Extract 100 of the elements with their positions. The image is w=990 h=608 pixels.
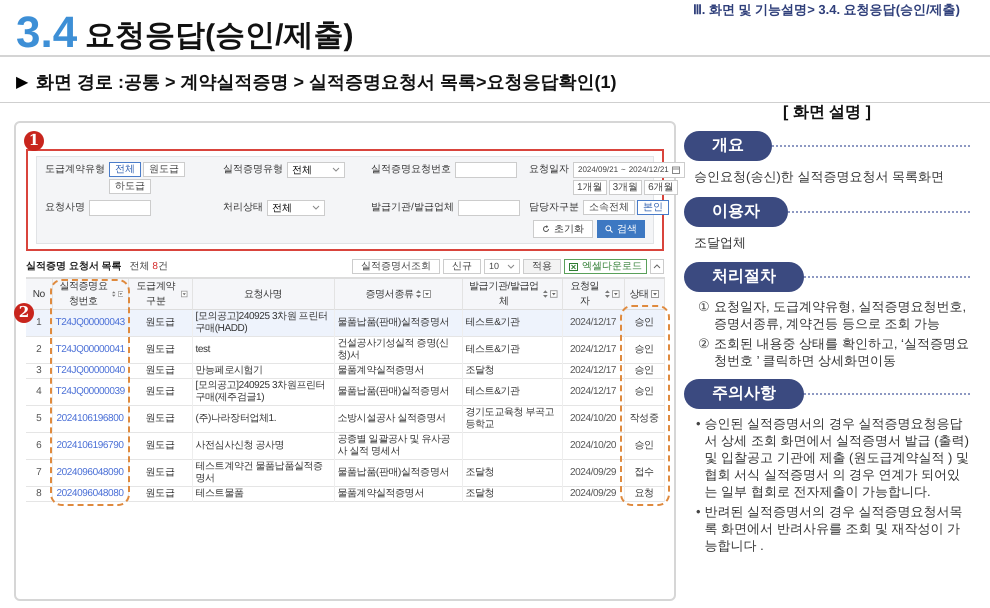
table-cell: [모의공고]240925 3차원 프린터 구매(HADD) <box>196 311 328 334</box>
table-cell: 8 <box>36 488 42 499</box>
sort-icon <box>605 290 610 298</box>
note-text: 승인된 실적증명서의 경우 실적증명요청응답서 상세 조회 화면에서 실적증명서 발급 (출력) 및 입찰공고 기관에 제출 (원도급계약실적 ) 및 협회 서식 실적증명서 의 경우 연계가 되어있는 일부 협회로 전자제출이 가능합니다. <box>704 415 970 500</box>
input-field[interactable] <box>458 200 520 216</box>
table-cell: 3 <box>36 365 42 376</box>
table-cell: 테스트&기관 <box>466 386 520 397</box>
step-number: ① <box>698 298 710 316</box>
table-row[interactable]: 8 2024096048080 원도급 테스트물품 물품계약실적증명서 조달청 2024/09/29 요청 <box>26 486 664 502</box>
request-number-link[interactable]: T24JQ00000041 <box>56 344 125 355</box>
table-row[interactable]: 3 T24JQ00000040 원도급 만능페로시험기 물품계약실적증명서 조달청 2024/12/17 승인 <box>26 364 664 378</box>
request-number-link[interactable]: T24JQ00000039 <box>56 386 125 397</box>
callout-marker: 2 <box>14 302 34 322</box>
table-cell: 물품계약실적증명서 <box>338 488 424 499</box>
filter-dropdown-icon <box>422 290 430 298</box>
request-number-link[interactable]: 2024106196790 <box>56 440 124 451</box>
reset-button[interactable]: 초기화 <box>533 220 593 238</box>
section-text: 승인요청(송신)한 실적증명요청서 목록화면 <box>693 168 945 186</box>
filter-label: 요청일자 <box>529 163 569 177</box>
table-cell: 테스트&기관 <box>466 344 520 355</box>
filter-label: 발급기관/발급업체 <box>371 201 454 215</box>
toggle-option[interactable]: 전체 <box>109 162 141 177</box>
filter-label: 담당자구분 <box>529 201 579 215</box>
table-cell: 테스트&기관 <box>466 317 520 328</box>
table-cell: 원도급 <box>146 488 174 499</box>
chevron-down-icon <box>507 264 515 270</box>
spreadsheet-icon <box>569 262 578 270</box>
table-cell: 2024/09/29 <box>570 488 616 499</box>
refresh-icon <box>542 225 550 233</box>
table-cell: 2024/12/17 <box>570 365 616 376</box>
toggle-option[interactable]: 하도급 <box>109 179 151 194</box>
table-cell: 조달청 <box>466 365 494 376</box>
path-marker: ▶ <box>16 72 28 92</box>
table-cell: 만능페로시험기 <box>196 365 263 376</box>
new-button[interactable]: 신규 <box>442 259 481 274</box>
filter-dropdown-icon <box>550 290 558 298</box>
table-cell: 건설공사기성실적 증명(신청)서 <box>338 338 448 361</box>
toggle-option[interactable]: 소속전체 <box>583 200 635 215</box>
table-cell: 소방시설공사 실적증명서 <box>338 413 446 424</box>
table-cell: 접수 <box>634 467 654 478</box>
page-title: 요청응답(승인/제출) <box>85 21 354 51</box>
bullet: • <box>696 415 701 433</box>
table-cell: 7 <box>36 467 42 478</box>
table-row[interactable]: 7 2024096048090 원도급 테스트계약건 물품납품실적증명서 물품납품(판매)실적증명서 조달청 2024/09/29 접수 <box>26 460 664 486</box>
table-cell: test <box>196 344 210 355</box>
table-cell: 2024/12/17 <box>570 386 616 397</box>
table-row[interactable]: 6 2024106196790 원도급 사전심사신청 공사명 공종별 일괄공사 및 유사공사 실적 명세서 2024/10/20 승인 <box>26 432 664 460</box>
request-number-link[interactable]: T24JQ00000043 <box>56 317 125 328</box>
filter-dropdown-icon <box>181 290 188 298</box>
table-cell: 물품납품(판매)실적증명서 <box>338 386 449 397</box>
period-button[interactable]: 6개월 <box>644 180 678 195</box>
excel-download-button[interactable]: 엑셀다운로드 <box>564 259 647 274</box>
table-cell: 원도급 <box>146 344 174 355</box>
table-cell: 승인 <box>634 344 654 355</box>
search-button[interactable]: 검색 <box>597 220 645 238</box>
table-cell: 승인 <box>634 440 654 451</box>
section-heading: 처리절차 <box>684 262 804 292</box>
request-number-link[interactable]: T24JQ00000040 <box>56 365 125 376</box>
search-icon <box>605 225 613 233</box>
table-row[interactable]: 4 T24JQ00000039 원도급 [모의공고]240925 3차원프린터 구매(제주검글1) 물품납품(판매)실적증명서 테스트&기관 2024/12/17 승인 <box>26 378 664 406</box>
table-cell: 원도급 <box>146 413 174 424</box>
apply-button[interactable]: 적용 <box>523 259 561 274</box>
table-cell: (주)나라장터업체1. <box>196 413 276 424</box>
table-cell: 물품계약실적증명서 <box>338 365 424 376</box>
table-cell: 원도급 <box>146 386 174 397</box>
period-button[interactable]: 3개월 <box>608 180 642 195</box>
section-heading: 이용자 <box>684 196 788 226</box>
input-field[interactable] <box>455 162 517 178</box>
step-text: 요청일자, 도급계약유형, 실적증명요청번호, 증명서종류, 계약건등 등으로 조회 가능 <box>714 298 968 332</box>
list-title: 실적증명 요청서 목록 <box>26 260 122 274</box>
table-cell: 2024/12/17 <box>570 344 616 355</box>
select-field[interactable]: 전체 <box>267 200 325 216</box>
description-title: [ 화면 설명 ] <box>783 103 871 123</box>
screen-path: 화면 경로 :공통 > 계약실적증명 > 실적증명요청서 목록>요청응답확인(1) <box>36 71 617 94</box>
request-number-link[interactable]: 2024096048090 <box>56 467 124 478</box>
toggle-option[interactable]: 본인 <box>637 200 669 215</box>
table-cell: 원도급 <box>146 317 174 328</box>
chevron-down-icon <box>332 167 340 173</box>
table-row[interactable]: 5 2024106196800 원도급 (주)나라장터업체1. 소방시설공사 실적증명서 경기도교육청 부곡고등학교 2024/10/20 작성중 <box>26 406 664 432</box>
table-cell: 원도급 <box>146 440 174 451</box>
table-cell: 5 <box>36 413 42 424</box>
table-cell: 2 <box>36 344 42 355</box>
period-button[interactable]: 1개월 <box>573 180 607 195</box>
view-certificate-button[interactable]: 실적증명서조회 <box>352 259 440 274</box>
request-number-link[interactable]: 2024096048080 <box>56 488 124 499</box>
table-row[interactable]: 2 T24JQ00000041 원도급 test 건설공사기성실적 증명(신청)서 테스트&기관 2024/12/17 승인 <box>26 336 664 364</box>
table-cell: 승인 <box>634 317 654 328</box>
table-cell: 2024/10/20 <box>570 440 616 451</box>
page-size-select[interactable]: 10 <box>484 259 520 274</box>
table-cell: 승인 <box>634 386 654 397</box>
callout-marker: 1 <box>24 130 44 150</box>
table-cell: 4 <box>36 386 42 397</box>
select-field[interactable]: 전체 <box>287 162 345 178</box>
request-number-link[interactable]: 2024106196800 <box>56 413 124 424</box>
input-field[interactable] <box>89 200 151 216</box>
toggle-option[interactable]: 원도급 <box>143 162 185 177</box>
collapse-icon[interactable] <box>650 259 664 274</box>
filter-dropdown-icon <box>612 290 620 298</box>
date-range-field[interactable]: 2024/09/21 ~ 2024/12/21 <box>573 162 685 178</box>
table-cell: 2024/10/20 <box>570 413 616 424</box>
